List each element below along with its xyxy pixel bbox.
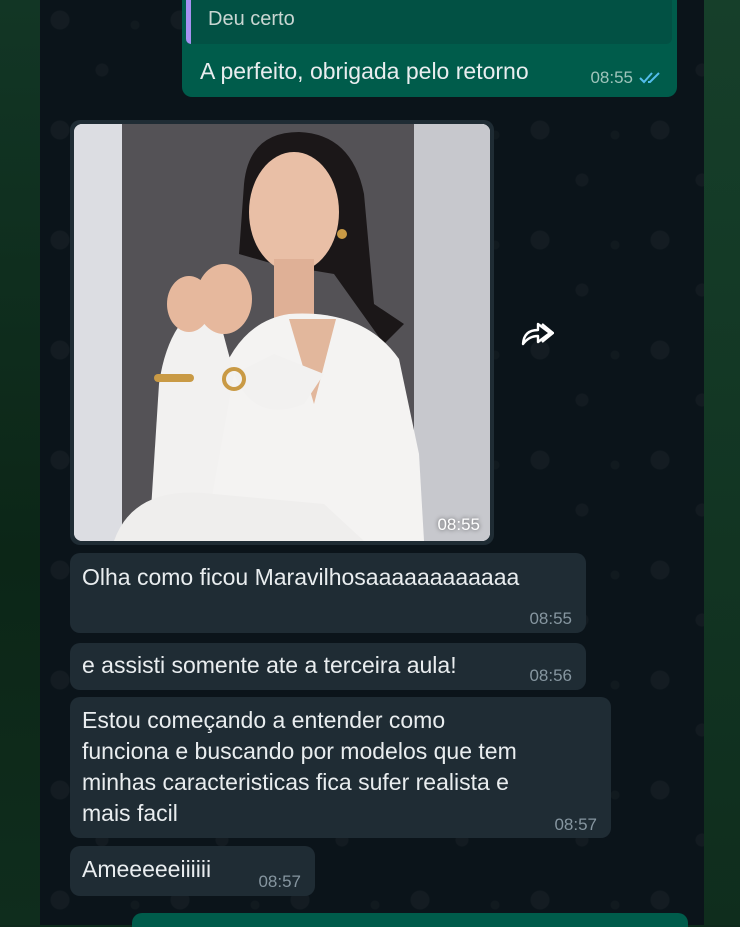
message-text: A perfeito, obrigada pelo retorno — [200, 58, 529, 84]
message-text-block: Estou começando a entender como funciona… — [82, 705, 517, 829]
image-message-bubble[interactable]: 08:55 — [70, 120, 494, 545]
message-time: 08:57 — [258, 872, 301, 891]
quoted-text: Deu certo — [208, 8, 295, 30]
incoming-message-bubble[interactable]: Estou começando a entender como funciona… — [70, 697, 611, 838]
outgoing-message-bubble[interactable]: Deu certo A perfeito, obrigada pelo reto… — [182, 0, 677, 97]
message-meta: 08:55 — [590, 68, 663, 88]
message-line: Estou começando a entender como — [82, 707, 446, 733]
incoming-message-bubble[interactable]: e assisti somente ate a terceira aula! 0… — [70, 643, 586, 690]
incoming-message-bubble[interactable]: Olha como ficou Maravilhosaaaaaaaaaaaa 0… — [70, 553, 586, 633]
message-text: Ameeeeeiiiiii — [82, 856, 212, 882]
message-time: 08:57 — [554, 815, 597, 834]
message-line: minhas caracteristicas fica sufer realis… — [82, 769, 509, 795]
double-check-read-icon — [639, 72, 660, 84]
message-line: mais facil — [82, 800, 178, 826]
message-time: 08:55 — [437, 515, 480, 534]
right-edge-strip — [704, 0, 740, 925]
message-time: 08:55 — [590, 68, 633, 87]
quoted-message[interactable]: Deu certo — [186, 0, 672, 44]
message-text: Olha como ficou Maravilhosaaaaaaaaaaaa — [82, 564, 520, 590]
message-time: 08:56 — [529, 666, 572, 685]
message-time: 08:55 — [529, 609, 572, 628]
message-text: e assisti somente ate a terceira aula! — [82, 652, 457, 678]
left-edge-strip — [0, 0, 40, 925]
quote-accent-bar — [186, 0, 191, 44]
incoming-message-bubble[interactable]: Ameeeeeiiiiii 08:57 — [70, 846, 315, 896]
message-line: funciona e buscando por modelos que tem — [82, 738, 517, 764]
forward-icon[interactable] — [520, 318, 554, 348]
portrait-photo[interactable] — [74, 124, 490, 541]
